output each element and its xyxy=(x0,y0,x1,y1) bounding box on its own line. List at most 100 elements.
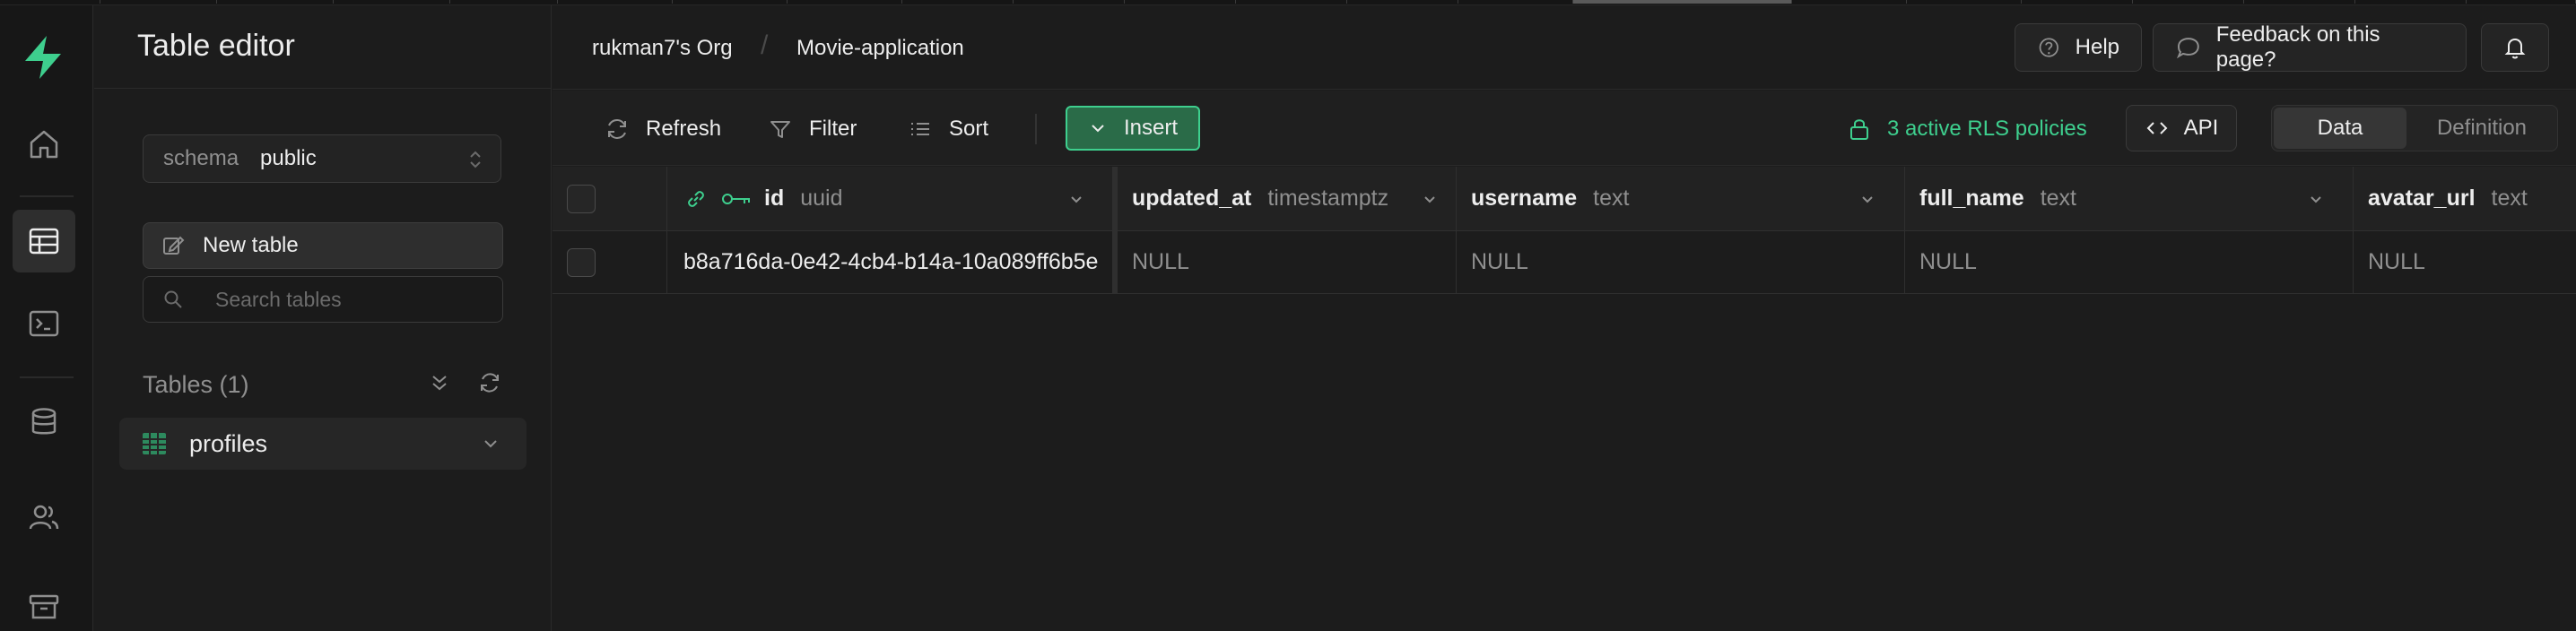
icon-rail xyxy=(0,5,93,631)
column-type: text xyxy=(2040,186,2076,211)
breadcrumb-project[interactable]: Movie-application xyxy=(796,36,964,61)
users-icon[interactable] xyxy=(13,486,75,549)
strip-segment xyxy=(1125,0,1236,4)
table-editor-sidebar: Table editor schema public New table Tab… xyxy=(94,5,552,631)
cell-avatar-url[interactable]: NULL xyxy=(2354,231,2576,293)
chevron-down-icon[interactable] xyxy=(2306,190,2326,210)
column-header-username[interactable]: username text xyxy=(1457,167,1905,230)
chevron-down-icon[interactable] xyxy=(1858,190,1877,210)
rail-divider xyxy=(20,376,74,378)
filter-label: Filter xyxy=(809,117,857,141)
cell-username[interactable]: NULL xyxy=(1457,231,1905,293)
schema-selector[interactable]: schema public xyxy=(143,134,501,183)
strip-segment xyxy=(1347,0,1458,4)
feedback-button[interactable]: Feedback on this page? xyxy=(2153,22,2467,72)
sql-editor-icon[interactable] xyxy=(13,292,75,355)
new-table-label: New table xyxy=(203,233,299,257)
strip-segment xyxy=(1236,0,1347,4)
strip-segment xyxy=(2355,0,2467,4)
top-header: rukman7's Org / Movie-application Help F… xyxy=(553,5,2576,90)
help-icon xyxy=(2039,38,2058,57)
column-header-id[interactable]: id uuid xyxy=(667,167,1114,230)
collapse-all-icon[interactable] xyxy=(426,369,453,396)
chevron-down-icon[interactable] xyxy=(1066,190,1086,210)
strip-segment xyxy=(1014,0,1125,4)
sort-icon xyxy=(911,123,929,135)
main-panel: rukman7's Org / Movie-application Help F… xyxy=(553,5,2576,631)
sort-button[interactable]: Sort xyxy=(908,108,988,150)
column-header-updated-at[interactable]: updated_at timestamptz xyxy=(1118,167,1457,230)
chevron-up-down-icon xyxy=(470,151,481,169)
strip-segment xyxy=(558,0,673,4)
rls-policies-link[interactable]: 3 active RLS policies xyxy=(1848,108,2087,150)
tables-heading: Tables (1) xyxy=(143,371,249,398)
supabase-logo-icon[interactable] xyxy=(18,32,68,82)
rls-label: 3 active RLS policies xyxy=(1887,117,2087,141)
home-icon[interactable] xyxy=(13,113,75,176)
refresh-icon xyxy=(608,119,626,139)
refresh-button[interactable]: Refresh xyxy=(605,108,721,150)
cell-full-name[interactable]: NULL xyxy=(1905,231,2354,293)
column-header-full-name[interactable]: full_name text xyxy=(1905,167,2354,230)
edit-icon xyxy=(163,236,185,255)
strip-segment xyxy=(0,0,100,4)
search-tables-box[interactable] xyxy=(143,276,503,323)
search-icon xyxy=(164,290,182,308)
link-icon xyxy=(688,190,704,207)
api-label: API xyxy=(2183,116,2219,140)
column-header-avatar-url[interactable]: avatar_url text xyxy=(2354,167,2576,230)
notifications-button[interactable] xyxy=(2481,23,2549,72)
data-view-tab[interactable]: Data xyxy=(2274,108,2406,149)
row-select-cell xyxy=(553,231,667,293)
rail-divider xyxy=(20,195,74,197)
column-type: uuid xyxy=(800,186,843,211)
column-name: avatar_url xyxy=(2368,186,2476,211)
help-button[interactable]: Help xyxy=(2015,23,2142,72)
strip-segment xyxy=(673,0,788,4)
sidebar-divider xyxy=(94,88,552,89)
column-name: username xyxy=(1471,186,1578,211)
table-row[interactable]: b8a716da-0e42-4cb4-b14a-10a089ff6b5e NUL… xyxy=(553,231,2576,294)
feedback-label: Feedback on this page? xyxy=(2215,22,2380,72)
strip-segment xyxy=(450,0,558,4)
api-button[interactable]: API xyxy=(2126,105,2237,151)
insert-button[interactable]: Insert xyxy=(1066,106,1200,151)
schema-label: schema xyxy=(163,146,239,170)
table-editor-icon[interactable] xyxy=(13,210,75,272)
table-list-item[interactable]: profiles xyxy=(119,418,527,470)
cell-id[interactable]: b8a716da-0e42-4cb4-b14a-10a089ff6b5e xyxy=(667,231,1114,293)
strip-segment xyxy=(2022,0,2133,4)
database-icon[interactable] xyxy=(13,391,75,454)
chevron-down-icon[interactable] xyxy=(1420,190,1440,210)
bell-icon xyxy=(2504,38,2526,59)
refresh-label: Refresh xyxy=(646,117,722,141)
chevron-down-icon[interactable] xyxy=(480,433,501,454)
column-name: updated_at xyxy=(1132,186,1252,211)
new-table-button[interactable]: New table xyxy=(143,222,503,269)
select-all-checkbox[interactable] xyxy=(567,184,596,213)
table-grid-icon xyxy=(143,433,166,454)
sidebar-title: Table editor xyxy=(137,29,295,63)
column-name: id xyxy=(764,186,785,211)
column-type: text xyxy=(1593,186,1630,211)
breadcrumb-org[interactable]: rukman7's Org xyxy=(592,36,733,61)
strip-segment xyxy=(1907,0,2022,4)
strip-segment xyxy=(217,0,334,4)
storage-icon[interactable] xyxy=(13,575,75,631)
select-all-cell xyxy=(553,167,667,230)
tables-heading-actions xyxy=(426,369,503,396)
strip-segment xyxy=(334,0,450,4)
row-checkbox[interactable] xyxy=(567,247,596,277)
column-type: timestamptz xyxy=(1267,186,1389,211)
definition-view-tab[interactable]: Definition xyxy=(2408,108,2555,149)
filter-button[interactable]: Filter xyxy=(768,108,857,150)
strip-segment xyxy=(788,0,902,4)
search-tables-input[interactable] xyxy=(215,287,484,312)
breadcrumb-separator: / xyxy=(761,30,769,60)
grid-header-row: id uuid updated_at timestamptz username … xyxy=(553,167,2576,231)
strip-segment xyxy=(2133,0,2244,4)
cell-updated-at[interactable]: NULL xyxy=(1118,231,1457,293)
sort-label: Sort xyxy=(949,117,989,141)
strip-segment xyxy=(902,0,1014,4)
refresh-tables-icon[interactable] xyxy=(476,369,503,396)
